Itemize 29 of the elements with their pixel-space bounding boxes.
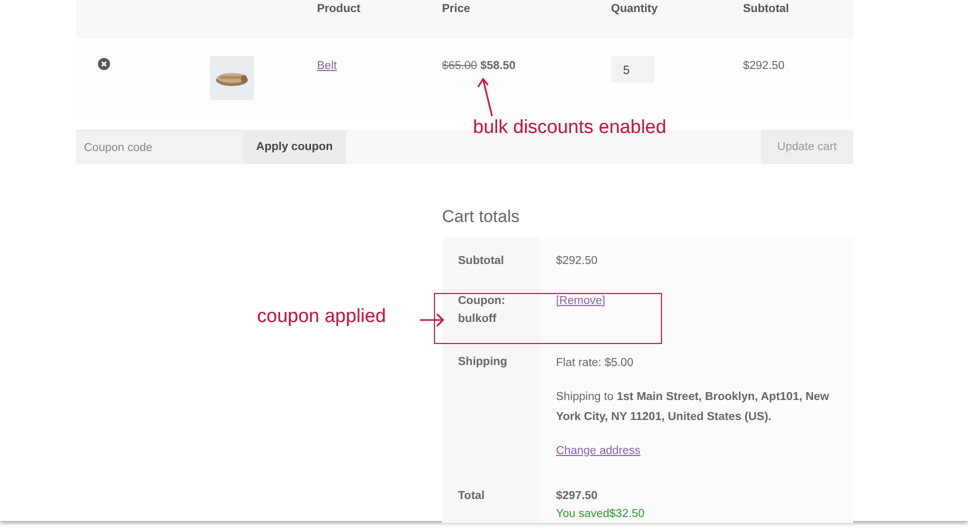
column-header: Product — [317, 2, 362, 15]
product-thumbnail[interactable] — [210, 56, 254, 100]
savings-text: You saved$32.50 — [556, 507, 646, 522]
annotation-arrow — [420, 313, 444, 327]
remove-link[interactable]: [Remove] — [556, 295, 606, 307]
column-header: Quantity — [611, 2, 659, 15]
change-address-link[interactable]: Change address — [556, 445, 640, 457]
row-label: Total — [442, 471, 540, 523]
subtotal-value: $292.50 — [556, 255, 598, 267]
quantity-field[interactable]: 5 — [611, 56, 654, 83]
row-label: Subtotal — [442, 237, 540, 280]
shipping-address: Shipping to 1st Main Street, Brooklyn, Apt101, New York City, NY 11201, United States (US). — [556, 390, 830, 425]
annotation-text: coupon applied — [257, 306, 386, 328]
product-link[interactable]: Belt — [317, 60, 337, 72]
column-header: Price — [442, 2, 472, 15]
row-label: Shipping — [442, 341, 540, 471]
annotation-arrow — [477, 78, 493, 116]
apply-coupon-button[interactable]: Apply coupon — [243, 130, 346, 164]
shipping-rate: Flat rate: $5.00 — [556, 356, 634, 371]
sale-price: $58.50 — [480, 60, 516, 72]
coupon-field[interactable]: Coupon code — [76, 130, 243, 164]
column-header: Subtotal — [743, 2, 790, 15]
cart-totals-title: Cart totals — [442, 207, 520, 227]
coupon-label: Coupon: bulkoff — [458, 294, 506, 327]
total-value: $297.50 — [556, 489, 599, 504]
regular-price: $65.00 — [442, 60, 478, 72]
subtotal-value: $292.50 — [743, 59, 786, 72]
annotation-text: bulk discounts enabled — [473, 117, 666, 139]
remove-icon[interactable] — [98, 58, 110, 70]
